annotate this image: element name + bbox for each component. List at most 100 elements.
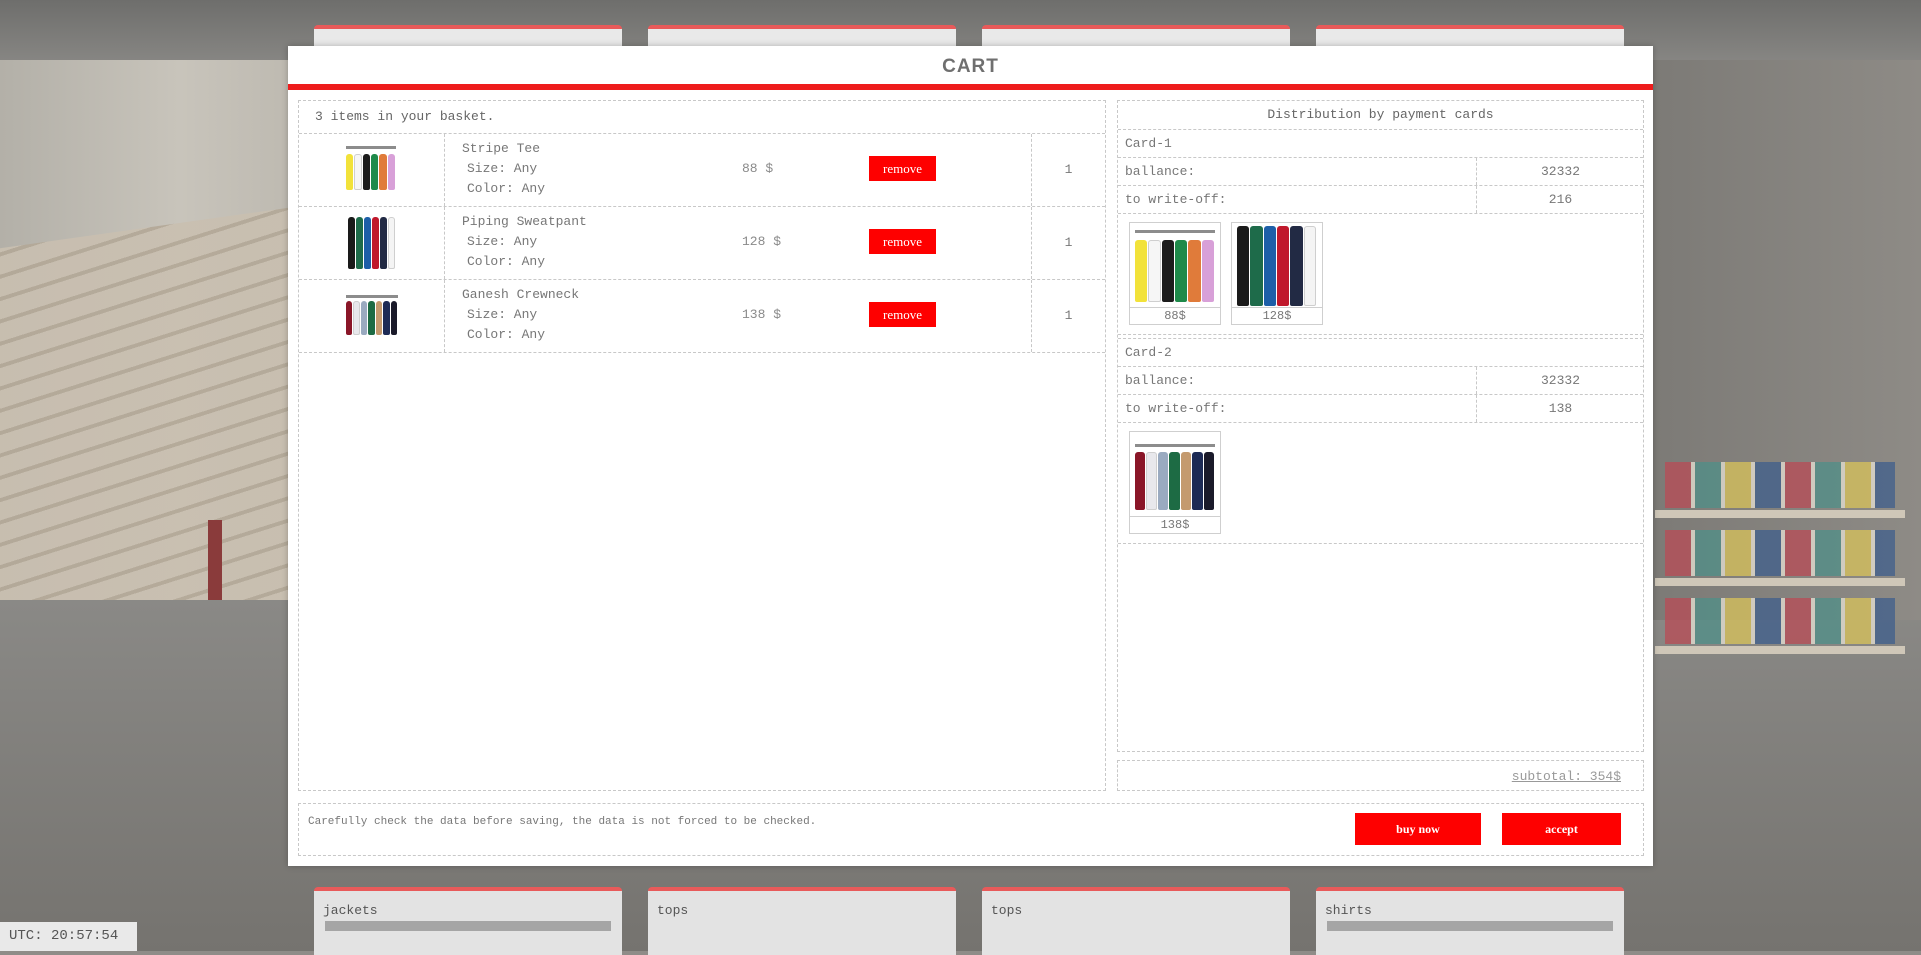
item-quantity: 1	[1031, 207, 1105, 279]
garment-swatch	[1192, 452, 1203, 510]
garment-swatch	[360, 301, 368, 335]
category-rack-image	[325, 921, 611, 931]
item-image	[1135, 444, 1215, 510]
category-card-shirts[interactable]: shirts	[1316, 887, 1624, 955]
item-thumbnail-cell	[299, 134, 445, 206]
card-balance-row: ballance: 32332	[1118, 367, 1643, 395]
distribution-title: Distribution by payment cards	[1118, 101, 1643, 130]
header-divider	[288, 84, 1653, 90]
item-price: 128 $	[742, 234, 782, 249]
item-price: 138 $	[742, 307, 782, 322]
category-card-jackets[interactable]: jackets	[314, 887, 622, 955]
writeoff-label: to write-off:	[1125, 192, 1227, 207]
basket-item-row: Stripe Tee Size: Any Color: Any 88 $ rem…	[299, 134, 1105, 207]
buy-now-button[interactable]: buy now	[1355, 813, 1481, 845]
verification-note: Carefully check the data before saving, …	[308, 816, 817, 828]
category-label: jackets	[323, 903, 378, 918]
footer-bar: Carefully check the data before saving, …	[298, 803, 1644, 856]
shelf-tees-row	[1665, 530, 1895, 576]
payment-distribution-panel: Distribution by payment cards Card-1 bal…	[1117, 100, 1644, 752]
garment-swatch	[1135, 240, 1148, 302]
card-items: 88$ 128$	[1118, 214, 1643, 335]
garment-swatch	[346, 301, 353, 335]
garment-swatch	[375, 301, 383, 335]
writeoff-value: 216	[1476, 186, 1644, 213]
item-name: Ganesh Crewneck	[462, 287, 580, 302]
item-thumbnail-cell	[299, 280, 445, 352]
garment-swatch	[370, 154, 379, 190]
item-color: Color: Any	[467, 327, 546, 342]
garment-swatch	[380, 217, 387, 269]
garment-swatch	[368, 301, 375, 335]
card-item[interactable]: 88$	[1129, 222, 1221, 325]
item-size: Size: Any	[467, 234, 538, 249]
card-item[interactable]: 128$	[1231, 222, 1323, 325]
card-item-price: 138$	[1130, 516, 1220, 533]
item-thumbnail[interactable]	[346, 295, 398, 335]
garment-swatch	[346, 154, 354, 190]
shelf-tees-row	[1665, 462, 1895, 508]
basket-count: 3 items in your basket.	[299, 101, 1105, 134]
card-item-price: 128$	[1232, 307, 1322, 324]
shelf-tees-row	[1665, 598, 1895, 644]
garment-swatch	[372, 217, 379, 269]
balance-label: ballance:	[1125, 164, 1196, 179]
garment-swatch	[390, 301, 397, 335]
garment-swatch	[1203, 452, 1214, 510]
remove-button[interactable]: remove	[869, 156, 936, 181]
remove-button[interactable]: remove	[869, 229, 936, 254]
cart-modal: CART 3 items in your basket. Stripe Tee …	[288, 46, 1653, 866]
item-image	[1135, 230, 1215, 302]
category-card-tops[interactable]: tops	[982, 887, 1290, 955]
category-label: tops	[657, 903, 689, 918]
garment-swatch	[1237, 226, 1250, 306]
card-item-price: 88$	[1130, 307, 1220, 324]
card-name: Card-2	[1118, 339, 1643, 367]
garment-swatch	[364, 217, 371, 269]
garment-swatch	[1169, 452, 1180, 510]
category-label: tops	[991, 903, 1023, 918]
card-name: Card-1	[1118, 130, 1643, 158]
card-item[interactable]: 138$	[1129, 431, 1221, 534]
garment-swatch	[354, 154, 362, 190]
item-size: Size: Any	[467, 161, 538, 176]
category-card-tops[interactable]: tops	[648, 887, 956, 955]
item-name: Stripe Tee	[462, 141, 541, 156]
item-thumbnail-cell	[299, 207, 445, 279]
item-color: Color: Any	[467, 254, 546, 269]
garment-swatch	[1250, 226, 1263, 306]
card-items: 138$	[1118, 423, 1643, 544]
garment-swatch	[387, 154, 395, 190]
basket-panel: 3 items in your basket. Stripe Tee Size:…	[298, 100, 1106, 791]
garment-swatch	[383, 301, 390, 335]
garment-swatch	[1276, 226, 1290, 306]
item-thumbnail[interactable]	[348, 217, 396, 269]
garment-swatch	[1135, 452, 1146, 510]
garment-swatch	[348, 217, 355, 269]
garment-swatch	[1303, 226, 1316, 306]
garment-swatch	[362, 154, 370, 190]
garment-swatch	[1148, 240, 1161, 302]
card-writeoff-row: to write-off: 216	[1118, 186, 1643, 214]
basket-item-row: Piping Sweatpant Size: Any Color: Any 12…	[299, 207, 1105, 280]
writeoff-value: 138	[1476, 395, 1644, 422]
shelf	[1655, 578, 1905, 586]
garment-swatch	[1201, 240, 1214, 302]
item-thumbnail[interactable]	[346, 146, 396, 190]
item-price: 88 $	[742, 161, 774, 176]
garment-swatch	[353, 301, 360, 335]
card-balance-row: ballance: 32332	[1118, 158, 1643, 186]
item-quantity: 1	[1031, 280, 1105, 352]
subtotal[interactable]: subtotal: 354$	[1512, 769, 1621, 784]
balance-label: ballance:	[1125, 373, 1196, 388]
accept-button[interactable]: accept	[1502, 813, 1621, 845]
garment-swatch	[1157, 452, 1169, 510]
garment-swatch	[1161, 240, 1174, 302]
balance-value: 32332	[1476, 158, 1644, 185]
garment-swatch	[388, 217, 395, 269]
category-rack-image	[1327, 921, 1613, 931]
item-color: Color: Any	[467, 181, 546, 196]
remove-button[interactable]: remove	[869, 302, 936, 327]
garment-swatch	[1174, 240, 1188, 302]
category-label: shirts	[1325, 903, 1372, 918]
